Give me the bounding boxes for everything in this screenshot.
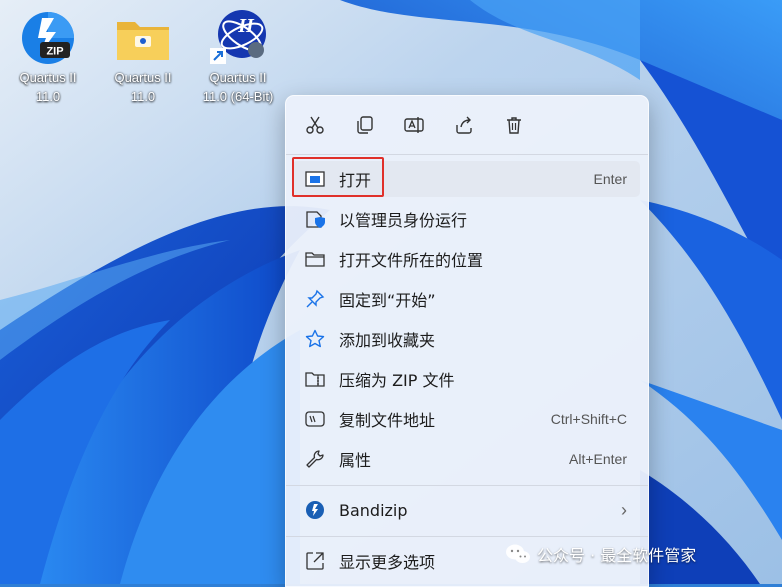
rename-button[interactable]	[397, 108, 431, 142]
menu-item-pin-start[interactable]: 固定到“开始”	[292, 281, 640, 317]
desktop-icon-quartus-folder[interactable]: Quartus II 11.0	[97, 8, 189, 106]
share-button[interactable]	[447, 108, 481, 142]
menu-item-label: 以管理员身份运行	[339, 211, 468, 230]
delete-button[interactable]	[497, 108, 531, 142]
menu-divider	[286, 536, 648, 537]
zip-badge-text: ZIP	[46, 46, 63, 58]
shortcut-text: Alt+Enter	[569, 451, 627, 467]
copy-icon	[357, 116, 373, 134]
menu-item-label: Bandizip	[339, 500, 408, 520]
context-menu-toolbar	[286, 106, 648, 146]
menu-divider	[286, 154, 648, 155]
watermark-text: 公众号 · 最全软件管家	[537, 546, 697, 565]
shortcut-text: Ctrl+Shift+C	[550, 411, 627, 427]
desktop-icon-quartus-64bit[interactable]: II Quartus II 11.0 (64-Bit)	[192, 8, 284, 106]
menu-item-label: 显示更多选项	[339, 553, 436, 572]
folder-icon	[304, 248, 326, 270]
more-options-icon	[304, 550, 326, 572]
star-icon	[304, 328, 326, 350]
menu-item-add-favorites[interactable]: 添加到收藏夹	[292, 321, 640, 357]
menu-item-copy-path[interactable]: 复制文件地址 Ctrl+Shift+C	[292, 401, 640, 437]
path-icon	[304, 408, 326, 430]
menu-item-label: 添加到收藏夹	[339, 331, 436, 350]
folder-icon	[117, 22, 169, 60]
cut-button[interactable]	[298, 108, 332, 142]
menu-item-compress-zip[interactable]: 压缩为 ZIP 文件	[292, 361, 640, 397]
menu-item-label: 压缩为 ZIP 文件	[339, 371, 455, 390]
desktop-icon-label: Quartus II 11.0 (64-Bit)	[202, 70, 274, 104]
share-icon	[456, 116, 472, 134]
shortcut-text: Enter	[593, 171, 627, 187]
desktop-icon-quartus-zip[interactable]: ZIP Quartus II 11.0	[2, 8, 94, 106]
menu-item-label: 固定到“开始”	[339, 291, 436, 310]
rename-icon	[404, 117, 424, 133]
cut-icon	[306, 116, 324, 134]
watermark: 公众号 · 最全软件管家	[505, 542, 696, 566]
menu-item-label: 复制文件地址	[339, 411, 436, 430]
wechat-icon	[506, 544, 530, 563]
menu-item-bandizip[interactable]: Bandizip ›	[292, 492, 640, 528]
menu-item-label: 打开文件所在的位置	[339, 251, 484, 270]
wrench-icon	[304, 448, 326, 470]
pin-icon	[304, 288, 326, 310]
copy-button[interactable]	[348, 108, 382, 142]
menu-item-open-location[interactable]: 打开文件所在的位置	[292, 241, 640, 277]
menu-item-properties[interactable]: 属性 Alt+Enter	[292, 441, 640, 477]
admin-shield-icon	[304, 208, 326, 230]
quartus-app-icon: II	[210, 10, 266, 64]
menu-item-label: 属性	[339, 451, 372, 470]
bandizip-file-icon: ZIP	[22, 12, 74, 64]
desktop-icon-label: Quartus II 11.0	[114, 70, 172, 104]
delete-icon	[507, 117, 521, 134]
desktop-icon-label: Quartus II 11.0	[19, 70, 77, 104]
menu-divider	[286, 485, 648, 486]
bandizip-icon	[304, 499, 326, 521]
zip-folder-icon	[304, 368, 326, 390]
highlight-box	[292, 157, 384, 197]
chevron-right-icon: ›	[621, 499, 627, 520]
quartus-badge-text: II	[237, 15, 255, 37]
menu-item-run-as-admin[interactable]: 以管理员身份运行	[292, 201, 640, 237]
